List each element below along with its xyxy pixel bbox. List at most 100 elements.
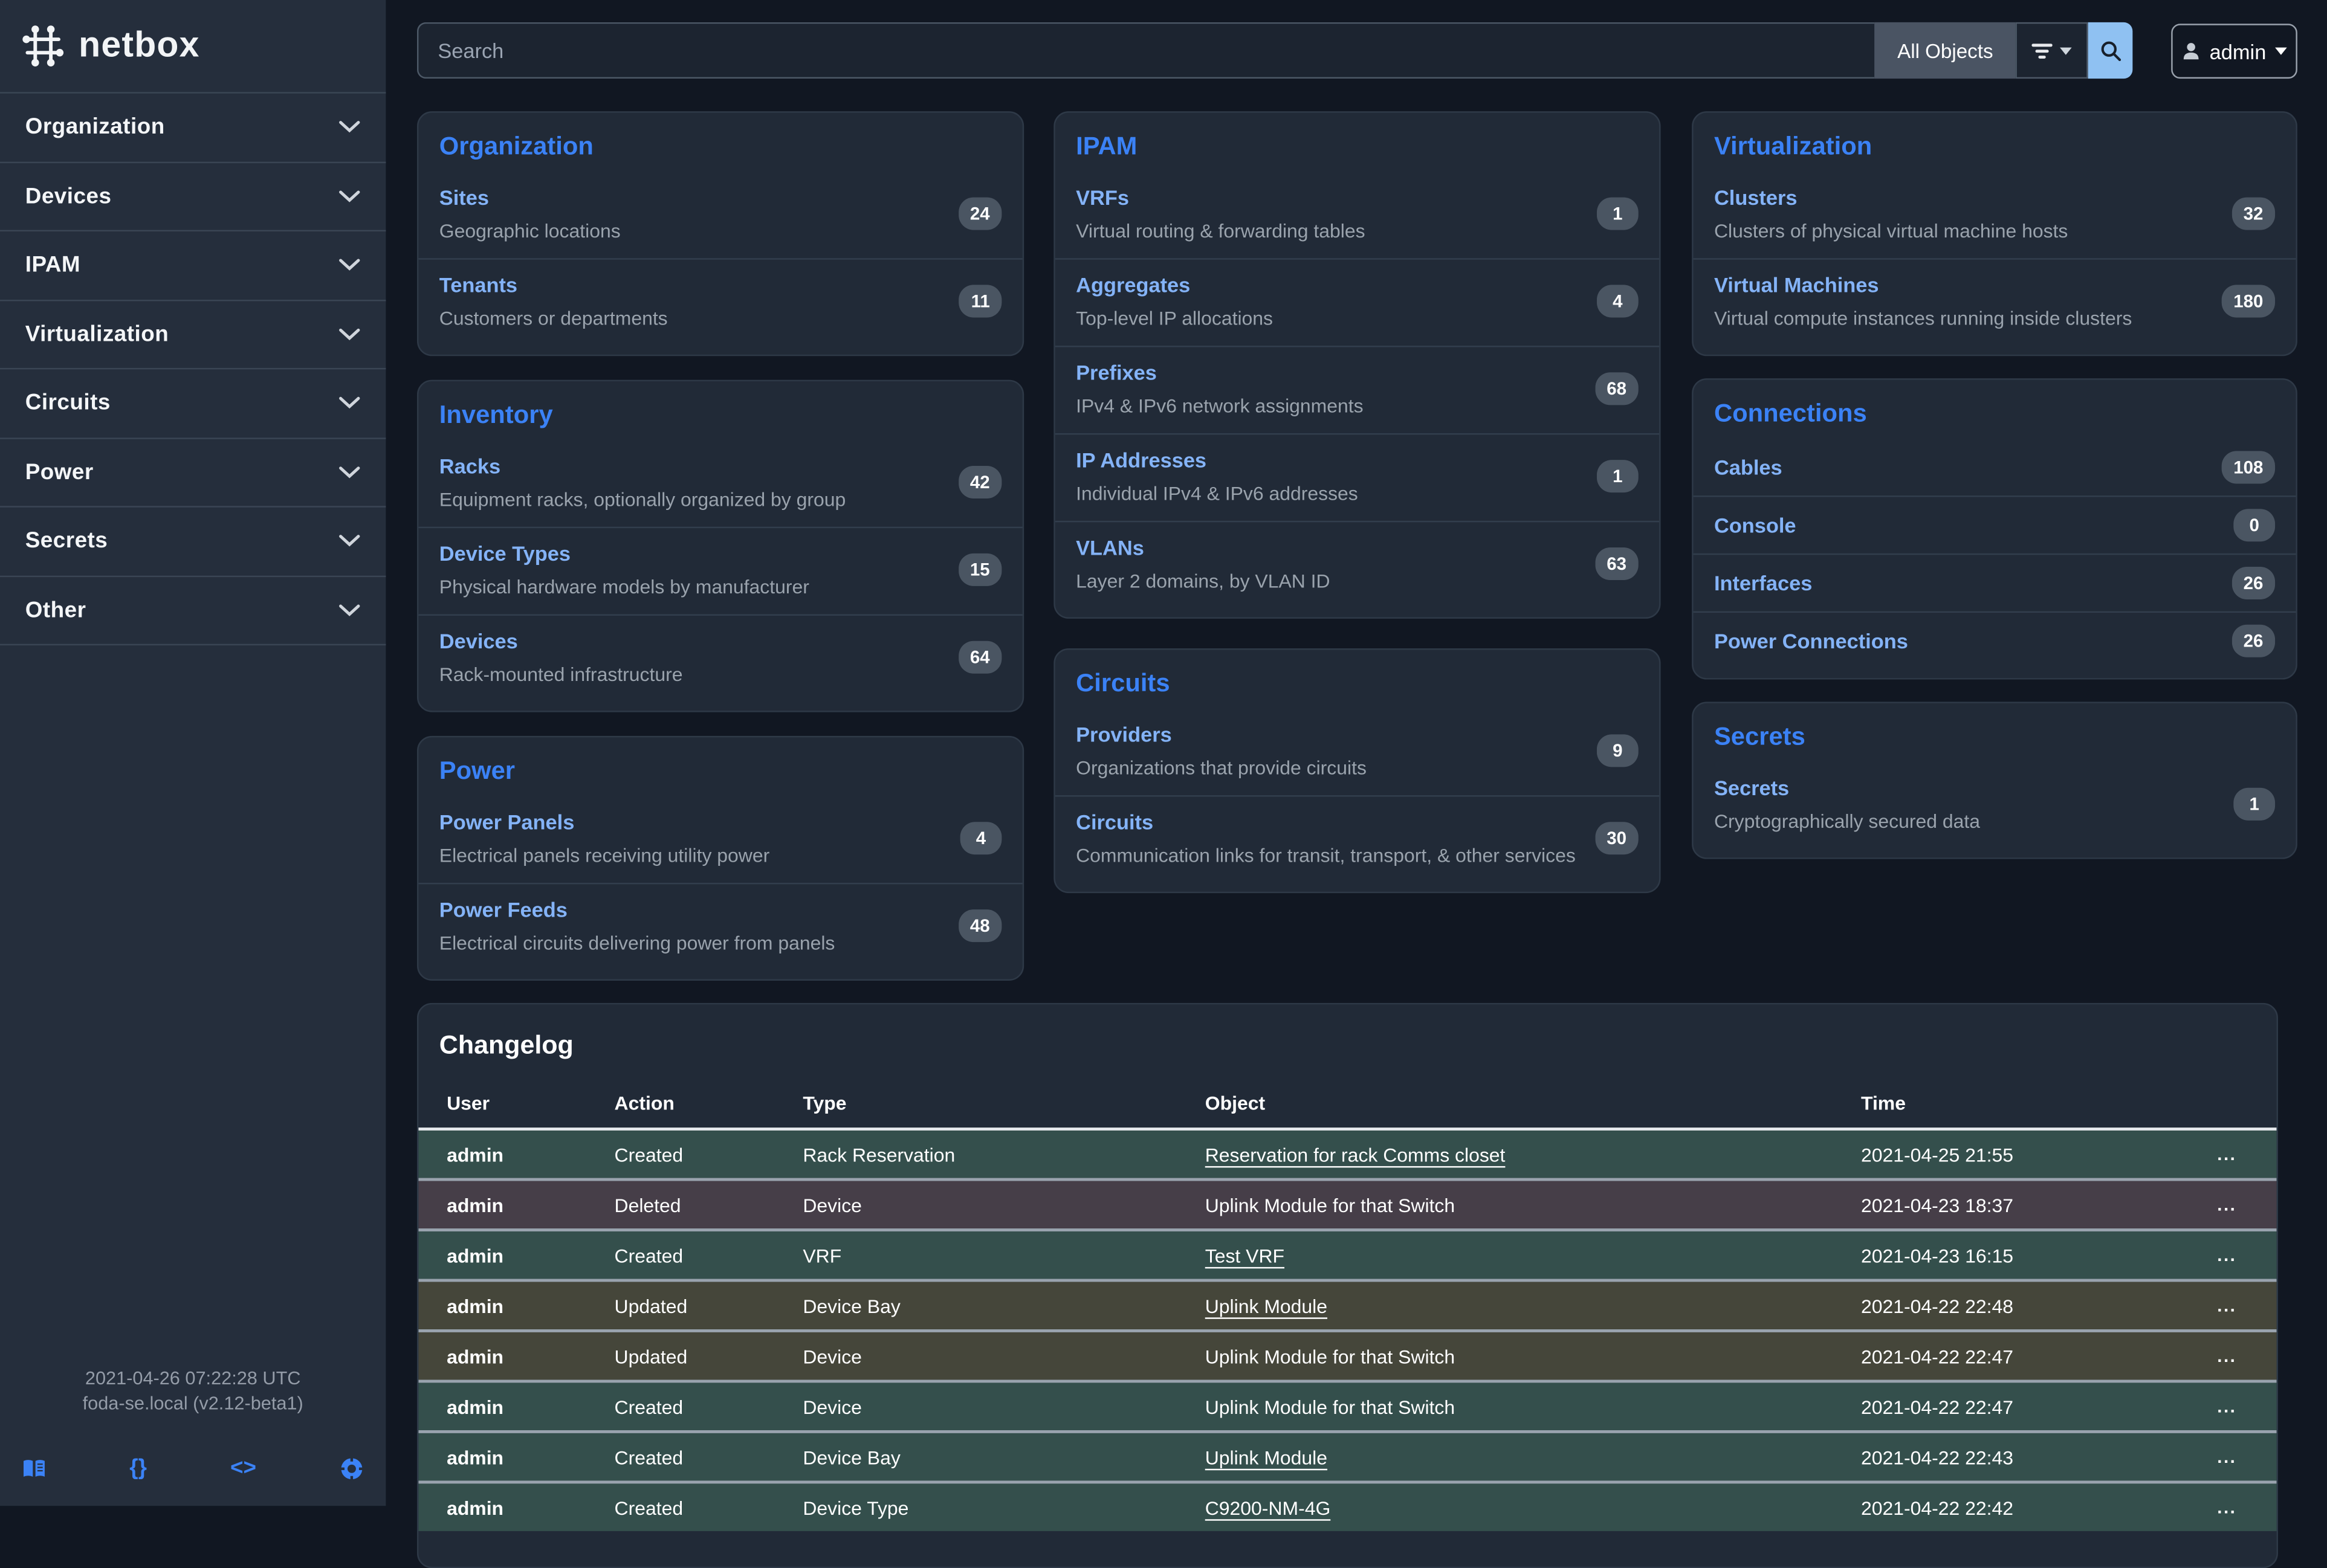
row-ellipsis: ... [2217,1245,2262,1265]
changelog-object-link[interactable]: Test VRF [1205,1244,1284,1266]
card-item-link[interactable]: Secrets [1714,776,1980,799]
sidebar-item-virtualization[interactable]: Virtualization [0,300,386,369]
card-title: Inventory [418,381,1022,440]
cell-type: Device Type [803,1496,1205,1518]
card-item-description: Organizations that provide circuits [1076,757,1367,779]
docs-book-icon[interactable] [22,1457,46,1478]
column-header-time: Time [1861,1092,2217,1114]
cell-time: 2021-04-22 22:48 [1861,1294,2217,1317]
card-item-link[interactable]: Cables [1714,456,1782,479]
card-item-description: Communication links for transit, transpo… [1076,844,1576,866]
rest-api-braces-icon[interactable]: {} [129,1456,147,1481]
card-item-link[interactable]: Racks [439,454,846,477]
count-badge: 1 [1597,198,1639,230]
search-input[interactable] [417,22,1875,79]
changelog-object-link[interactable]: Uplink Module [1205,1446,1327,1468]
changelog-row: admin Created Device Type C9200-NM-4G 20… [418,1480,2276,1531]
sidebar-item-ipam[interactable]: IPAM [0,231,386,300]
cell-action: Created [615,1395,803,1418]
card-title: Connections [1694,380,2296,439]
power-card: Power Power Panels Electrical panels rec… [417,736,1024,981]
card-item-link[interactable]: Aggregates [1076,273,1273,297]
card-item-link[interactable]: Prefixes [1076,361,1363,384]
count-badge: 9 [1597,734,1639,767]
card-item-link[interactable]: Circuits [1076,810,1576,834]
card-item-link[interactable]: IP Addresses [1076,448,1358,472]
changelog-object-link[interactable]: C9200-NM-4G [1205,1496,1331,1518]
card-item: Interfaces 26 [1694,553,2296,611]
sidebar-item-devices[interactable]: Devices [0,163,386,231]
card-item-link[interactable]: Power Feeds [439,897,835,921]
card-item: IP Addresses Individual IPv4 & IPv6 addr… [1055,433,1659,521]
card-item: VLANs Layer 2 domains, by VLAN ID 63 [1055,521,1659,608]
card-item: Virtual Machines Virtual compute instanc… [1694,258,2296,346]
hostname-version: foda-se.local (v2.12-beta1) [0,1391,386,1416]
card-item-link[interactable]: Console [1714,514,1796,537]
card-item-link[interactable]: Power Connections [1714,629,1908,653]
card-item-link[interactable]: Sites [439,186,621,209]
changelog-row: admin Created Rack Reservation Reservati… [418,1131,2276,1178]
chevron-down-icon [338,604,361,617]
cell-object: Test VRF [1205,1244,1861,1266]
card-title: Secrets [1694,703,2296,763]
count-badge: 0 [2233,509,2275,541]
cell-object: Uplink Module for that Switch [1205,1193,1861,1216]
count-badge: 1 [1597,460,1639,492]
help-lifebuoy-icon[interactable] [340,1456,363,1480]
sidebar-item-other[interactable]: Other [0,576,386,645]
card-item-link[interactable]: Device Types [439,541,809,565]
sidebar-item-organization[interactable]: Organization [0,94,386,163]
card-item-link[interactable]: VLANs [1076,535,1330,559]
user-menu-button[interactable]: admin [2171,24,2297,79]
column-header-actions [2217,1092,2262,1114]
search-scope-selector[interactable]: All Objects [1875,22,2015,79]
count-badge: 180 [2222,285,2275,317]
cell-user: admin [447,1294,614,1317]
card-item: Power Connections 26 [1694,611,2296,669]
changelog-row: admin Created VRF Test VRF 2021-04-23 16… [418,1228,2276,1279]
chevron-down-icon [338,396,361,410]
global-search-bar: All Objects [417,22,2132,79]
sidebar-item-power[interactable]: Power [0,439,386,508]
user-label: admin [2210,39,2267,63]
changelog-object-link[interactable]: Reservation for rack Comms closet [1205,1143,1506,1166]
cell-user: admin [447,1244,614,1266]
changelog-body: admin Created Rack Reservation Reservati… [418,1131,2276,1531]
search-submit-button[interactable] [2088,22,2133,79]
cell-object: C9200-NM-4G [1205,1496,1861,1518]
ipam-card: IPAM VRFs Virtual routing & forwarding t… [1053,111,1660,619]
card-item: Prefixes IPv4 & IPv6 network assignments… [1055,346,1659,433]
card-item-link[interactable]: Tenants [439,273,668,297]
card-item-link[interactable]: Clusters [1714,186,2068,209]
card-title: Circuits [1055,650,1659,709]
cell-time: 2021-04-22 22:42 [1861,1496,2217,1518]
sidebar-item-secrets[interactable]: Secrets [0,508,386,576]
organization-card: Organization Sites Geographic locations … [417,111,1024,356]
cell-object: Reservation for rack Comms closet [1205,1143,1861,1166]
card-item-link[interactable]: Virtual Machines [1714,273,2132,297]
row-ellipsis: ... [2217,1144,2262,1164]
card-item-description: Rack-mounted infrastructure [439,663,683,686]
card-item-link[interactable]: Providers [1076,723,1367,746]
card-item-link[interactable]: Devices [439,629,683,653]
cell-user: admin [447,1143,614,1166]
card-item-link[interactable]: VRFs [1076,186,1365,209]
card-item: Clusters Clusters of physical virtual ma… [1694,172,2296,258]
count-badge: 26 [2232,567,2275,599]
netbox-logo[interactable]: netbox [0,0,386,92]
card-item-description: Electrical circuits delivering power fro… [439,932,835,954]
sidebar-item-circuits[interactable]: Circuits [0,369,386,438]
search-filter-button[interactable] [2015,22,2088,79]
source-code-icon[interactable]: <> [230,1456,256,1481]
card-item-link[interactable]: Interfaces [1714,571,1812,595]
card-item-description: Virtual routing & forwarding tables [1076,219,1365,242]
changelog-object-link[interactable]: Uplink Module [1205,1294,1327,1317]
cell-object: Uplink Module for that Switch [1205,1345,1861,1367]
card-item: Tenants Customers or departments 11 [418,258,1022,346]
count-badge: 11 [959,285,1002,317]
card-item-link[interactable]: Power Panels [439,810,769,834]
changelog-row: admin Updated Device Bay Uplink Module 2… [418,1279,2276,1329]
card-item-description: Cryptographically secured data [1714,810,1980,833]
card-item: Device Types Physical hardware models by… [418,527,1022,615]
count-badge: 4 [960,822,1002,854]
